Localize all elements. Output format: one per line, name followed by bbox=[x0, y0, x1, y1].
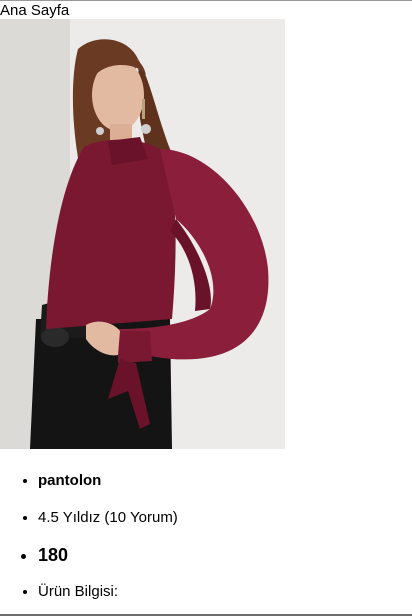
product-photo-icon bbox=[0, 19, 285, 449]
product-rating: 4.5 Yıldız (10 Yorum) bbox=[38, 500, 412, 536]
product-details-label: Ürün Bilgisi: bbox=[38, 574, 412, 610]
product-price: 180 bbox=[38, 538, 412, 572]
product-name: pantolon bbox=[38, 464, 412, 498]
top-divider bbox=[0, 0, 412, 1]
home-link[interactable]: Ana Sayfa bbox=[0, 2, 69, 19]
product-image bbox=[0, 19, 285, 449]
product-info-list: pantolon 4.5 Yıldız (10 Yorum) 180 Ürün … bbox=[0, 464, 412, 610]
